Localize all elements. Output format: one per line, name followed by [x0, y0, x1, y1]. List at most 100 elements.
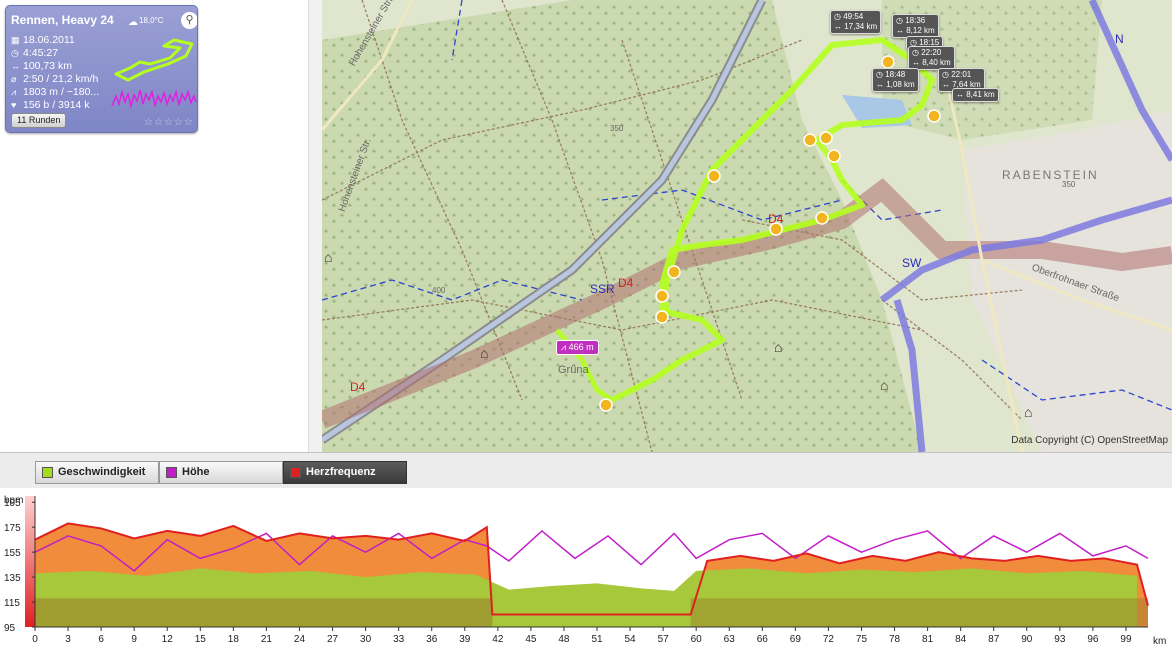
x-tick-label: 39 [459, 634, 471, 645]
x-tick-label: 84 [955, 634, 967, 645]
lap-time: 22:01 [951, 70, 972, 79]
town-label: RABENSTEIN [1002, 168, 1099, 182]
distance-icon: ↔ [11, 61, 20, 71]
x-tick-label: 18 [228, 634, 240, 645]
activity-list-panel: Rennen, Heavy 24 ☁ 18,0°C ⚲ ▦ 18.06.2011 … [0, 0, 322, 452]
date-value: 18.06.2011 [23, 34, 75, 46]
svg-text:⌂: ⌂ [480, 345, 488, 361]
x-tick-label: 93 [1054, 634, 1066, 645]
x-tick-label: 66 [757, 634, 769, 645]
x-tick-label: 99 [1120, 634, 1132, 645]
cloud-icon: ☁ [128, 17, 138, 28]
duration-row: ◷ 4:45:27 [11, 47, 58, 59]
legend-elevation-toggle[interactable]: Höhe [159, 461, 283, 484]
lap-time: 49:54 [843, 12, 864, 21]
clock-icon: ◷ [11, 48, 19, 58]
contour-label-2: 350 [1062, 180, 1076, 189]
contour-label-1: 350 [610, 124, 624, 133]
x-tick-label: 0 [32, 634, 38, 645]
x-unit-label: km [1153, 636, 1166, 647]
road-label-d4-2: D4 [350, 380, 366, 394]
elevation-marker[interactable]: ⩘ 466 m [556, 340, 599, 355]
svg-text:⌂: ⌂ [324, 249, 332, 265]
x-tick-label: 90 [1021, 634, 1033, 645]
speed-value: 2:50 / 21,2 km/h [23, 73, 99, 85]
x-tick-label: 69 [790, 634, 802, 645]
x-tick-label: 75 [856, 634, 868, 645]
road-label-n: N [1115, 32, 1124, 46]
y-tick-label: 155 [4, 548, 21, 559]
x-tick-label: 57 [658, 634, 670, 645]
lap-marker-4[interactable]: ◷ 22:20 ↔ 8,40 km [908, 46, 955, 70]
legend-elevation-label: Höhe [182, 466, 210, 478]
chart-legend-bar: Geschwindigkeit Höhe Herzfrequenz [0, 452, 1172, 488]
road-label-sw: SW [902, 256, 922, 270]
x-tick-label: 9 [131, 634, 137, 645]
list-scrollbar[interactable] [308, 0, 322, 452]
mini-route-thumbnail [111, 38, 197, 109]
speed-row: ⌀ 2:50 / 21,2 km/h [11, 73, 98, 85]
legend-speed-label: Geschwindigkeit [58, 466, 146, 478]
x-tick-label: 15 [195, 634, 207, 645]
distance-row: ↔ 100,73 km [11, 60, 72, 72]
x-tick-label: 3 [65, 634, 71, 645]
elevation-value: 1803 m / −180... [23, 86, 100, 98]
lap-time: 22:20 [921, 48, 942, 57]
heartrate-swatch [290, 467, 301, 478]
road-label-ssr: SSR [590, 282, 615, 296]
profile-chart[interactable]: bpm 95 115 135 155 175 195 0 3 6 9 12 15 18 21 24 27 30 33… [0, 488, 1172, 656]
x-tick-label: 45 [525, 634, 537, 645]
y-tick-label: 135 [4, 573, 21, 584]
place-label: Grüna [558, 364, 589, 376]
legend-speed-toggle[interactable]: Geschwindigkeit [35, 461, 159, 484]
lap-distance: 1,08 km [886, 80, 915, 89]
laps-button[interactable]: 11 Runden [11, 113, 67, 128]
y-tick-label: 95 [4, 623, 16, 634]
heart-value: 156 b / 3914 k [23, 99, 90, 111]
elevation-marker-label: 466 m [568, 342, 594, 352]
x-tick-label: 72 [823, 634, 835, 645]
x-tick-label: 63 [724, 634, 736, 645]
x-tick-label: 42 [492, 634, 504, 645]
bike-icon: ⚲ [181, 12, 197, 29]
x-tick-label: 21 [261, 634, 273, 645]
lap-time: 18:36 [905, 16, 926, 25]
legend-heartrate-label: Herzfrequenz [306, 466, 376, 478]
lap-marker-5[interactable]: ◷ 18:48 ↔ 1,08 km [872, 68, 919, 92]
lap-distance: 8,40 km [922, 58, 951, 67]
road-label-d4-3: D4 [768, 212, 784, 226]
x-tick-label: 54 [625, 634, 637, 645]
legend-heartrate-toggle[interactable]: Herzfrequenz [283, 461, 407, 484]
lap-marker-1[interactable]: ◷ 49:54 ↔ 17,34 km [830, 10, 882, 34]
x-tick-label: 12 [162, 634, 174, 645]
lap-marker-7[interactable]: ↔ 8,41 km [952, 88, 999, 102]
x-tick-label: 96 [1087, 634, 1099, 645]
chart-canvas: bpm951151351551751950 3 6 9 12 15 18 21 24 27 30 33… [4, 495, 1166, 647]
elevation-row: ⩘ 1803 m / −180... [11, 86, 99, 98]
y-tick-label: 175 [4, 523, 21, 534]
x-tick-label: 81 [922, 634, 934, 645]
heart-row: ♥ 156 b / 3914 k [11, 99, 90, 111]
speed-swatch [42, 467, 53, 478]
lap-marker-2[interactable]: ◷ 18:36 ↔ 8,12 km [892, 14, 939, 38]
elevation-icon: ⩘ [11, 87, 17, 97]
rating-stars[interactable]: ☆☆☆☆☆ [144, 117, 194, 128]
duration-value: 4:45:27 [23, 47, 59, 59]
x-tick-label: 48 [558, 634, 570, 645]
map-canvas: ♣ ♣ [322, 0, 1172, 452]
x-tick-label: 87 [988, 634, 1000, 645]
svg-text:⌂: ⌂ [880, 377, 888, 393]
x-tick-label: 27 [327, 634, 339, 645]
x-tick-label: 33 [393, 634, 405, 645]
calendar-icon: ▦ [11, 35, 20, 45]
contour-label-3: 400 [432, 286, 446, 295]
x-tick-label: 24 [294, 634, 306, 645]
x-tick-label: 51 [591, 634, 603, 645]
x-tick-label: 60 [691, 634, 703, 645]
speed-shade-left [35, 598, 493, 627]
activity-card[interactable]: Rennen, Heavy 24 ☁ 18,0°C ⚲ ▦ 18.06.2011 … [5, 5, 198, 133]
speed-icon: ⌀ [11, 74, 17, 84]
route-map[interactable]: ♣ ♣ [322, 0, 1172, 452]
map-copyright: Data Copyright (C) OpenStreetMap [1011, 435, 1168, 446]
svg-text:⌂: ⌂ [774, 339, 782, 355]
